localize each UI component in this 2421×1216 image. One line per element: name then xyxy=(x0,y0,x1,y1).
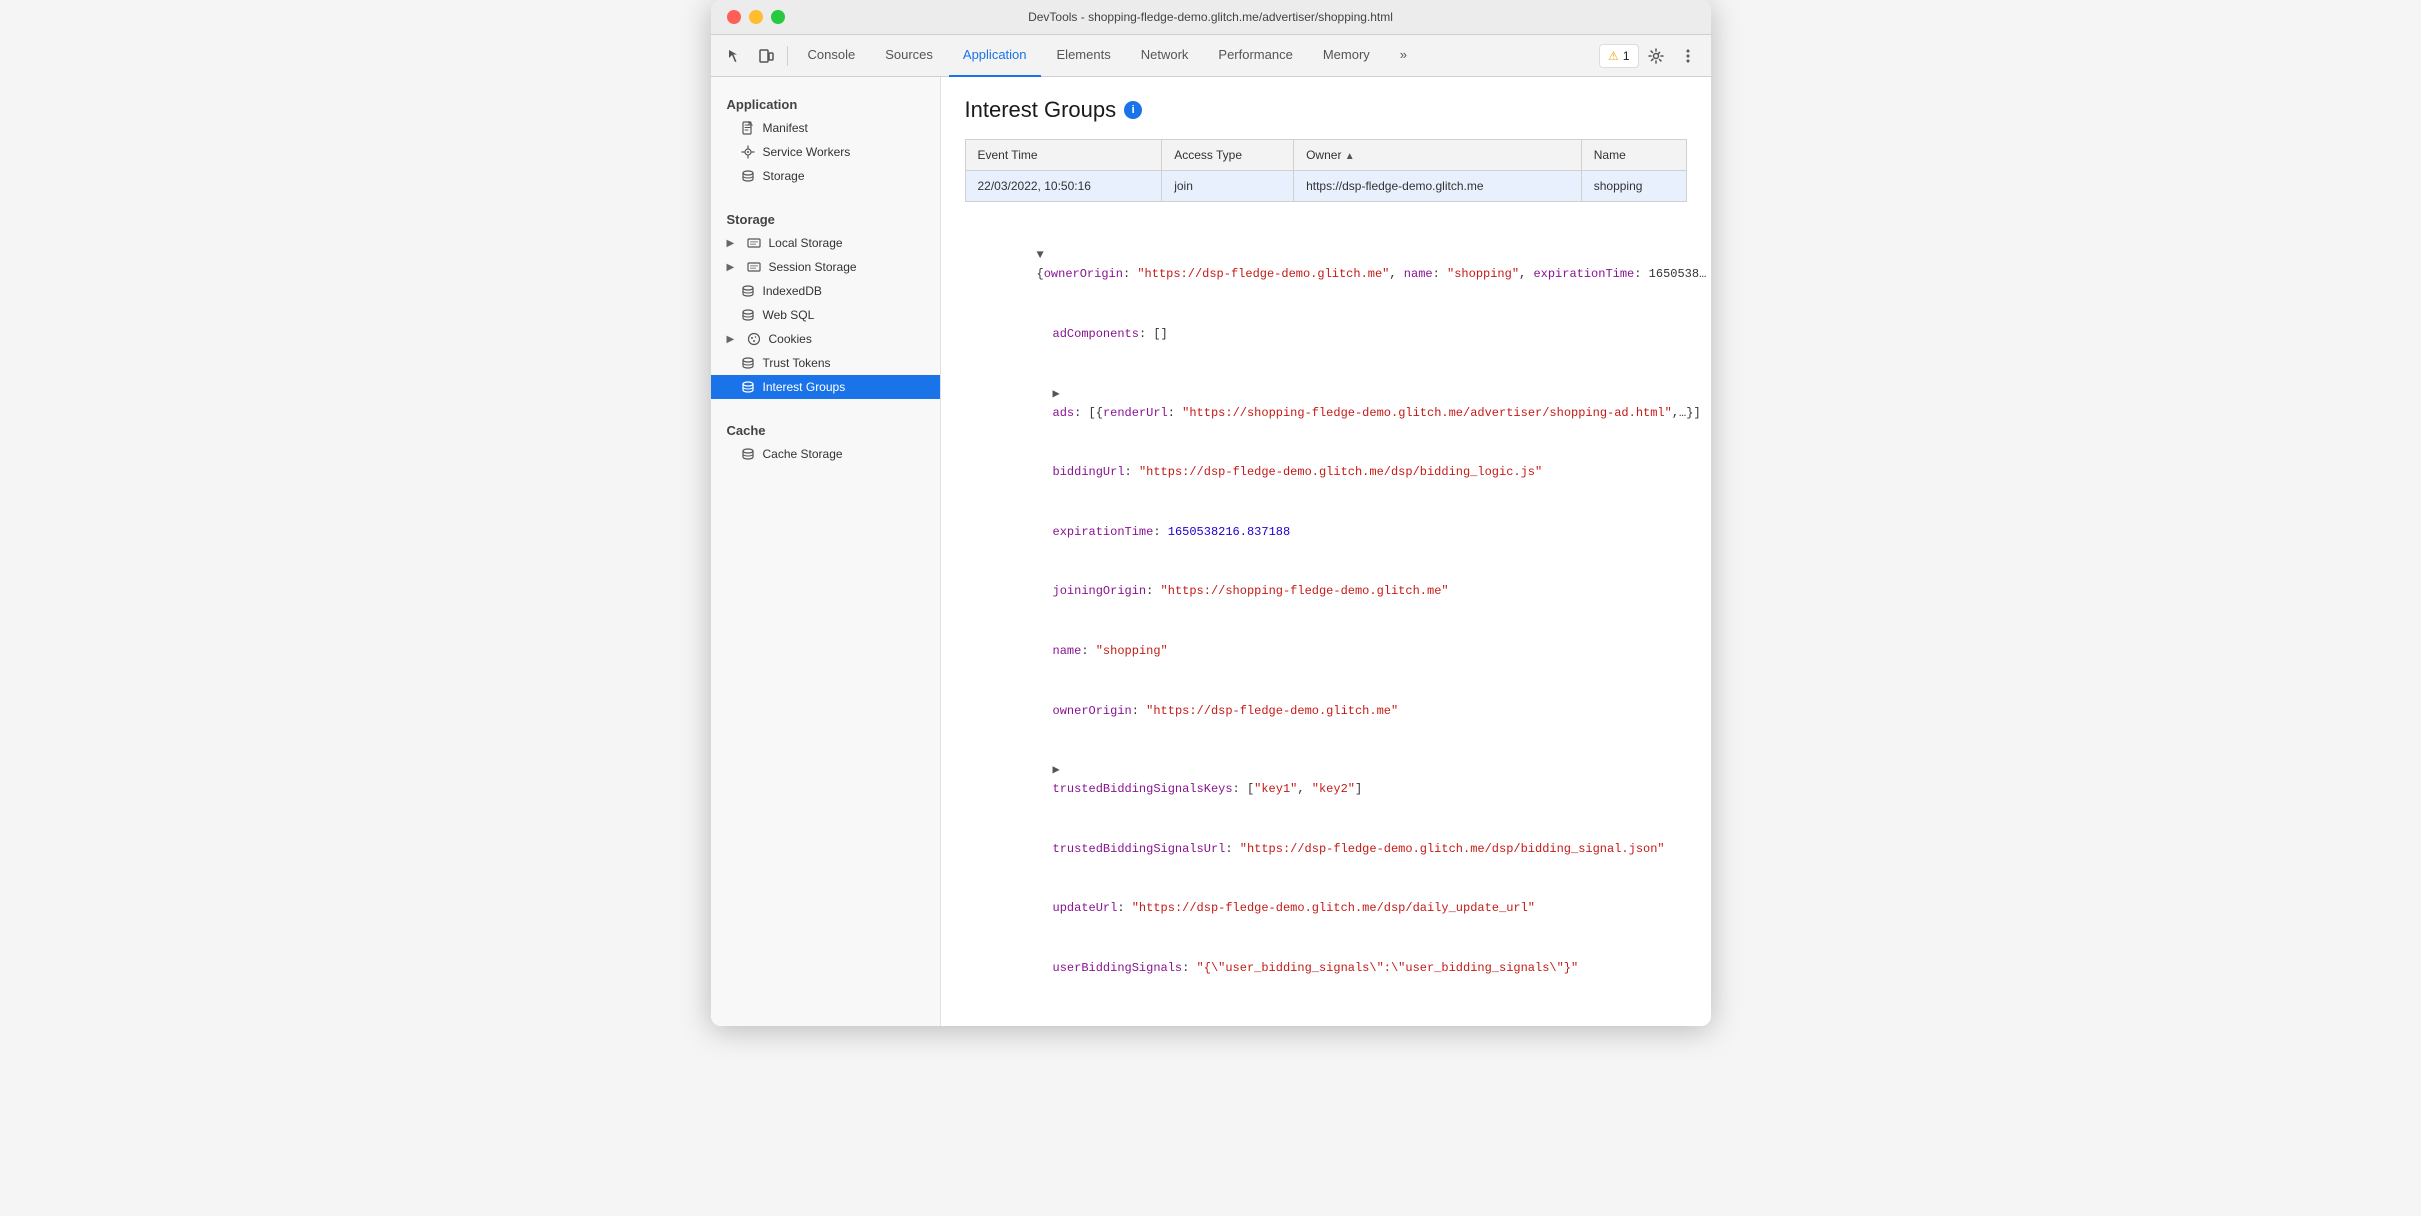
json-line-ads[interactable]: ▶ ads: [{renderUrl: "https://shopping-fl… xyxy=(965,364,1687,443)
json-line-root[interactable]: ▼ {ownerOrigin: "https://dsp-fledge-demo… xyxy=(965,226,1687,305)
service-workers-label: Service Workers xyxy=(763,145,851,159)
json-line-trustedbiddingsignalskeys[interactable]: ▶ trustedBiddingSignalsKeys: ["key1", "k… xyxy=(965,741,1687,820)
info-icon[interactable]: i xyxy=(1124,101,1142,119)
inspect-icon[interactable] xyxy=(719,41,749,71)
storage-app-label: Storage xyxy=(763,169,805,183)
storage-icon xyxy=(741,169,755,183)
tab-more[interactable]: » xyxy=(1386,35,1421,77)
devtools-window: DevTools - shopping-fledge-demo.glitch.m… xyxy=(711,0,1711,1026)
interest-groups-label: Interest Groups xyxy=(763,380,846,394)
json-viewer: ▼ {ownerOrigin: "https://dsp-fledge-demo… xyxy=(965,218,1687,1006)
page-title-row: Interest Groups i xyxy=(965,97,1687,123)
more-options-icon[interactable] xyxy=(1673,41,1703,71)
interest-groups-table: Event Time Access Type Owner ▲ Name xyxy=(965,139,1687,202)
settings-icon[interactable] xyxy=(1641,41,1671,71)
sidebar-section-application: Application xyxy=(711,89,940,116)
json-line-name: name: "shopping" xyxy=(965,622,1687,682)
tab-performance[interactable]: Performance xyxy=(1204,35,1306,77)
manifest-icon xyxy=(741,121,755,135)
indexeddb-label: IndexedDB xyxy=(763,284,822,298)
cell-event-time: 22/03/2022, 10:50:16 xyxy=(965,171,1162,202)
close-button[interactable] xyxy=(727,10,741,24)
sidebar-item-interest-groups[interactable]: Interest Groups xyxy=(711,375,940,399)
sidebar-item-local-storage[interactable]: ▶ Local Storage xyxy=(711,231,940,255)
json-line-updateurl: updateUrl: "https://dsp-fledge-demo.glit… xyxy=(965,879,1687,939)
sidebar-item-manifest[interactable]: Manifest xyxy=(711,116,940,140)
json-line-trustedbiddingsignalsurl: trustedBiddingSignalsUrl: "https://dsp-f… xyxy=(965,820,1687,880)
warning-badge[interactable]: ⚠ 1 xyxy=(1599,44,1638,68)
cookies-label: Cookies xyxy=(769,332,812,346)
sort-arrow-icon: ▲ xyxy=(1345,151,1355,162)
expand-root-arrow: ▼ xyxy=(1037,248,1044,262)
cookies-icon xyxy=(747,332,761,346)
expand-tbsk-arrow: ▶ xyxy=(1053,763,1060,777)
service-workers-icon xyxy=(741,145,755,159)
col-header-access-type[interactable]: Access Type xyxy=(1162,140,1294,171)
json-line-joiningorigin: joiningOrigin: "https://shopping-fledge-… xyxy=(965,562,1687,622)
sidebar-section-cache: Cache xyxy=(711,415,940,442)
main-layout: Application Manifest Service Workers xyxy=(711,77,1711,1026)
websql-icon xyxy=(741,308,755,322)
local-storage-icon xyxy=(747,236,761,250)
json-line-adcomponents: adComponents: [] xyxy=(965,305,1687,365)
sidebar-item-cookies[interactable]: ▶ Cookies xyxy=(711,327,940,351)
sidebar: Application Manifest Service Workers xyxy=(711,77,941,1026)
cache-storage-icon xyxy=(741,447,755,461)
cache-storage-label: Cache Storage xyxy=(763,447,843,461)
sidebar-item-indexeddb[interactable]: IndexedDB xyxy=(711,279,940,303)
cell-access-type: join xyxy=(1162,171,1294,202)
sidebar-item-session-storage[interactable]: ▶ Session Storage xyxy=(711,255,940,279)
tab-sources[interactable]: Sources xyxy=(871,35,947,77)
tab-console[interactable]: Console xyxy=(794,35,870,77)
minimize-button[interactable] xyxy=(749,10,763,24)
content-area: Interest Groups i Event Time Access Type… xyxy=(941,77,1711,1026)
cell-name: shopping xyxy=(1581,171,1686,202)
toolbar: Console Sources Application Elements Net… xyxy=(711,35,1711,77)
json-line-userbiddingsignals: userBiddingSignals: "{\"user_bidding_sig… xyxy=(965,939,1687,999)
titlebar: DevTools - shopping-fledge-demo.glitch.m… xyxy=(711,0,1711,35)
toolbar-separator xyxy=(787,46,788,66)
trust-tokens-label: Trust Tokens xyxy=(763,356,831,370)
indexeddb-icon xyxy=(741,284,755,298)
interest-groups-icon xyxy=(741,380,755,394)
col-header-event-time[interactable]: Event Time xyxy=(965,140,1162,171)
sidebar-item-cache-storage[interactable]: Cache Storage xyxy=(711,442,940,466)
window-title: DevTools - shopping-fledge-demo.glitch.m… xyxy=(1028,10,1393,24)
trust-tokens-icon xyxy=(741,356,755,370)
expand-ads-arrow: ▶ xyxy=(1053,387,1060,401)
websql-label: Web SQL xyxy=(763,308,815,322)
tab-elements[interactable]: Elements xyxy=(1043,35,1125,77)
table-row[interactable]: 22/03/2022, 10:50:16 join https://dsp-fl… xyxy=(965,171,1686,202)
tab-application[interactable]: Application xyxy=(949,35,1041,77)
sidebar-item-storage-app[interactable]: Storage xyxy=(711,164,940,188)
expand-arrow-local-storage: ▶ xyxy=(727,238,739,249)
json-line-ownerorigin: ownerOrigin: "https://dsp-fledge-demo.gl… xyxy=(965,681,1687,741)
sidebar-section-storage: Storage xyxy=(711,204,940,231)
local-storage-label: Local Storage xyxy=(769,236,843,250)
expand-arrow-session-storage: ▶ xyxy=(727,262,739,273)
warning-icon: ⚠ xyxy=(1608,49,1619,63)
session-storage-label: Session Storage xyxy=(769,260,857,274)
cell-owner: https://dsp-fledge-demo.glitch.me xyxy=(1294,171,1582,202)
sidebar-item-service-workers[interactable]: Service Workers xyxy=(711,140,940,164)
session-storage-icon xyxy=(747,260,761,274)
sidebar-item-trust-tokens[interactable]: Trust Tokens xyxy=(711,351,940,375)
maximize-button[interactable] xyxy=(771,10,785,24)
warning-count: 1 xyxy=(1623,49,1630,63)
col-header-name[interactable]: Name xyxy=(1581,140,1686,171)
json-line-expirationtime: expirationTime: 1650538216.837188 xyxy=(965,503,1687,563)
manifest-label: Manifest xyxy=(763,121,808,135)
window-controls xyxy=(727,10,785,24)
tab-memory[interactable]: Memory xyxy=(1309,35,1384,77)
expand-arrow-cookies: ▶ xyxy=(727,334,739,345)
sidebar-item-websql[interactable]: Web SQL xyxy=(711,303,940,327)
page-title: Interest Groups xyxy=(965,97,1117,123)
device-toolbar-icon[interactable] xyxy=(751,41,781,71)
tab-network[interactable]: Network xyxy=(1127,35,1203,77)
col-header-owner[interactable]: Owner ▲ xyxy=(1294,140,1582,171)
json-line-biddingurl: biddingUrl: "https://dsp-fledge-demo.gli… xyxy=(965,443,1687,503)
